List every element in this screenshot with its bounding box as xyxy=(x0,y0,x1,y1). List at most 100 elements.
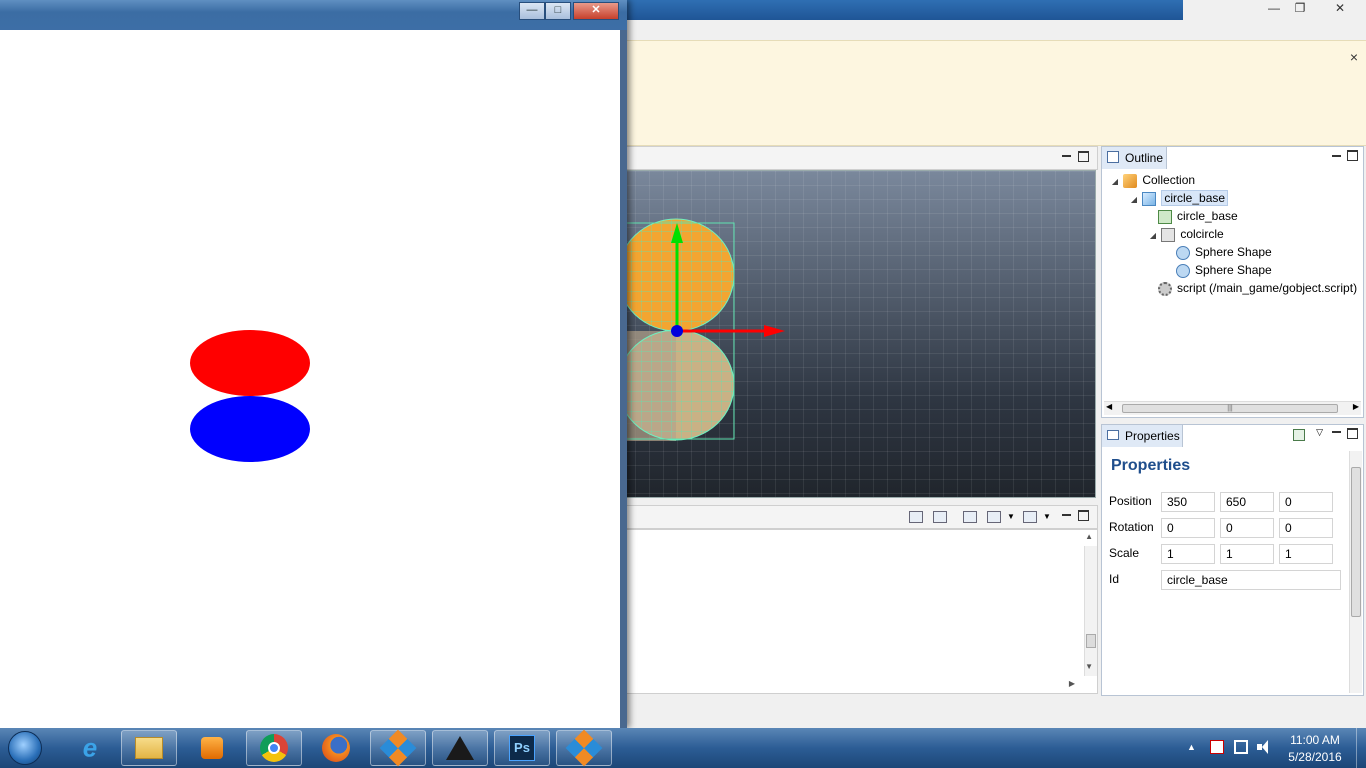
console-output[interactable]: ▲ ▼ ▶ xyxy=(620,529,1098,694)
tree-expander-icon[interactable]: ◢ xyxy=(1148,227,1158,245)
scene-viewport[interactable] xyxy=(620,170,1096,498)
sphere-icon xyxy=(1176,263,1190,278)
display-console-icon[interactable] xyxy=(987,511,1001,523)
scale-z-input[interactable]: 1 xyxy=(1279,544,1333,564)
taskbar-media-player[interactable] xyxy=(184,730,240,766)
open-console-icon[interactable] xyxy=(1023,511,1037,523)
position-label: Position xyxy=(1109,494,1152,508)
tree-item-collection[interactable]: ◢ Collection xyxy=(1110,171,1357,189)
tree-expander-icon[interactable]: ◢ xyxy=(1129,191,1139,209)
taskbar-defold-active[interactable] xyxy=(556,729,612,767)
scroll-right-icon[interactable]: ▶ xyxy=(1353,402,1359,411)
game-close-button[interactable]: ✕ xyxy=(573,2,619,20)
internet-explorer-icon: e xyxy=(82,732,98,763)
taskbar-chrome[interactable] xyxy=(246,730,302,766)
outline-maximize-icon[interactable] xyxy=(1347,150,1358,161)
properties-title: Properties xyxy=(1111,457,1191,474)
clock-time[interactable]: 11:00 AM xyxy=(1280,733,1350,747)
scroll-left-icon[interactable]: ◀ xyxy=(1106,402,1112,411)
taskbar-firefox[interactable] xyxy=(308,730,364,766)
scale-label: Scale xyxy=(1109,546,1140,560)
inkscape-icon xyxy=(446,736,474,760)
gizmo-center-handle[interactable] xyxy=(671,325,683,337)
game-minimize-button[interactable]: — xyxy=(519,2,545,20)
tree-item-sphere-shape[interactable]: Sphere Shape xyxy=(1110,243,1357,261)
properties-maximize-icon[interactable] xyxy=(1347,428,1358,439)
red-circle xyxy=(190,330,310,396)
game-titlebar[interactable]: — □ ✕ xyxy=(0,0,627,30)
collection-icon xyxy=(1123,173,1138,188)
rotation-y-input[interactable]: 0 xyxy=(1220,518,1274,538)
scene-render xyxy=(621,218,785,441)
scroll-lock-icon[interactable] xyxy=(933,511,947,523)
outline-scroll-thumb[interactable]: ||| xyxy=(1122,404,1338,413)
chrome-icon xyxy=(260,734,288,762)
taskbar-defold[interactable] xyxy=(370,729,426,767)
rotation-x-input[interactable]: 0 xyxy=(1161,518,1215,538)
start-button[interactable] xyxy=(6,730,44,766)
tab-outline[interactable]: Outline xyxy=(1102,147,1167,169)
collision-icon xyxy=(1161,227,1176,242)
scroll-right-icon[interactable]: ▶ xyxy=(1069,679,1075,688)
outline-horizontal-scrollbar[interactable]: ◀ ||| ▶ xyxy=(1104,401,1361,415)
tree-item-collision[interactable]: ◢ colcircle xyxy=(1110,225,1357,243)
tree-expander-icon[interactable]: ◢ xyxy=(1110,173,1120,191)
id-label: Id xyxy=(1109,572,1120,586)
properties-tab-label: Properties xyxy=(1125,429,1180,443)
scale-x-input[interactable]: 1 xyxy=(1161,544,1215,564)
console-scroll-thumb[interactable] xyxy=(1086,634,1096,648)
game-scene xyxy=(190,330,310,462)
console-vertical-scrollbar[interactable] xyxy=(1084,546,1097,676)
taskbar-photoshop[interactable]: Ps xyxy=(494,730,550,766)
properties-icon xyxy=(1107,430,1119,440)
rotation-z-input[interactable]: 0 xyxy=(1279,518,1333,538)
volume-icon[interactable] xyxy=(1257,740,1271,754)
scroll-up-icon[interactable]: ▲ xyxy=(1085,532,1093,541)
console-minimize-icon[interactable] xyxy=(1062,514,1071,516)
console-maximize-icon[interactable] xyxy=(1078,510,1089,521)
taskbar-inkscape[interactable] xyxy=(432,730,488,766)
display-console-dropdown-icon[interactable]: ▼ xyxy=(1007,512,1015,521)
scene-maximize-icon[interactable] xyxy=(1078,151,1089,162)
position-y-input[interactable]: 650 xyxy=(1220,492,1274,512)
pin-icon[interactable] xyxy=(1293,429,1305,441)
outline-minimize-icon[interactable] xyxy=(1332,155,1341,157)
notification-close-button[interactable]: × xyxy=(1350,49,1358,65)
editor-close-button[interactable]: ✕ xyxy=(1329,1,1351,17)
position-x-input[interactable]: 350 xyxy=(1161,492,1215,512)
properties-minimize-icon[interactable] xyxy=(1332,431,1341,433)
game-canvas[interactable] xyxy=(0,30,620,728)
scroll-down-icon[interactable]: ▼ xyxy=(1085,662,1093,671)
gizmo-x-arrow[interactable] xyxy=(764,325,785,337)
id-input[interactable]: circle_base xyxy=(1161,570,1341,590)
scene-view-header xyxy=(620,146,1098,170)
open-console-dropdown-icon[interactable]: ▼ xyxy=(1043,512,1051,521)
game-maximize-button[interactable]: □ xyxy=(545,2,571,20)
action-center-flag-icon[interactable] xyxy=(1210,740,1224,754)
tree-item-gameobject[interactable]: ◢ circle_base xyxy=(1110,189,1357,207)
tree-item-sphere-shape[interactable]: Sphere Shape xyxy=(1110,261,1357,279)
taskbar-file-explorer[interactable] xyxy=(121,730,177,766)
editor-minimize-button[interactable]: — xyxy=(1263,1,1285,17)
network-icon[interactable] xyxy=(1234,740,1248,754)
show-desktop-button[interactable] xyxy=(1356,728,1366,768)
properties-vertical-scrollbar[interactable] xyxy=(1349,451,1362,693)
scene-minimize-icon[interactable] xyxy=(1062,155,1071,157)
view-menu-icon[interactable]: ▽ xyxy=(1316,427,1323,438)
rotation-label: Rotation xyxy=(1109,520,1154,534)
clear-console-icon[interactable] xyxy=(909,511,923,523)
clock-date[interactable]: 5/28/2016 xyxy=(1280,750,1350,764)
editor-maximize-button[interactable]: ❐ xyxy=(1289,1,1311,17)
show-hidden-icons-button[interactable]: ▲ xyxy=(1187,742,1196,752)
pin-console-icon[interactable] xyxy=(963,511,977,523)
tab-properties[interactable]: Properties xyxy=(1102,425,1183,447)
properties-scroll-thumb[interactable] xyxy=(1351,467,1361,617)
tree-item-label: script (/main_game/gobject.script) xyxy=(1177,281,1358,295)
position-z-input[interactable]: 0 xyxy=(1279,492,1333,512)
tree-item-sprite[interactable]: circle_base xyxy=(1110,207,1357,225)
tree-item-script[interactable]: script (/main_game/gobject.script) xyxy=(1110,279,1357,297)
taskbar-internet-explorer[interactable]: e xyxy=(62,730,118,766)
sphere-bottom[interactable] xyxy=(621,329,735,441)
gear-icon xyxy=(1158,281,1172,296)
scale-y-input[interactable]: 1 xyxy=(1220,544,1274,564)
